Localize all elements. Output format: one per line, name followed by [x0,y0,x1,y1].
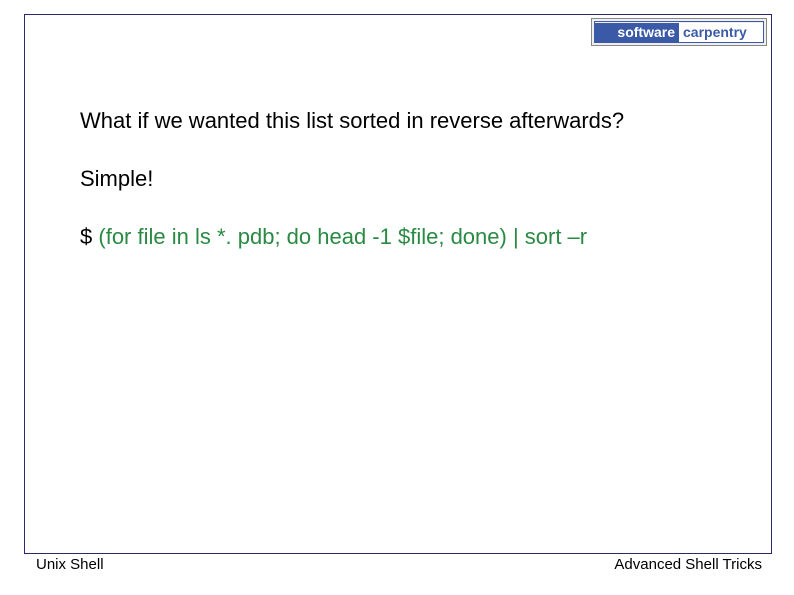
footer-right: Advanced Shell Tricks [614,556,762,573]
logo-carpentry-text: carpentry [679,23,763,42]
logo-inner: software carpentry [594,21,764,43]
command-line: $ (for file in ls *. pdb; do head -1 $fi… [80,224,720,250]
answer-text: Simple! [80,166,720,192]
prompt-symbol: $ [80,224,92,249]
footer-left: Unix Shell [36,556,104,573]
command-text: (for file in ls *. pdb; do head -1 $file… [98,224,587,249]
question-text: What if we wanted this list sorted in re… [80,108,720,134]
logo-software-text: software [595,23,679,42]
slide-content: What if we wanted this list sorted in re… [80,108,720,250]
logo-container: software carpentry [591,18,767,46]
slide-border [24,14,772,554]
